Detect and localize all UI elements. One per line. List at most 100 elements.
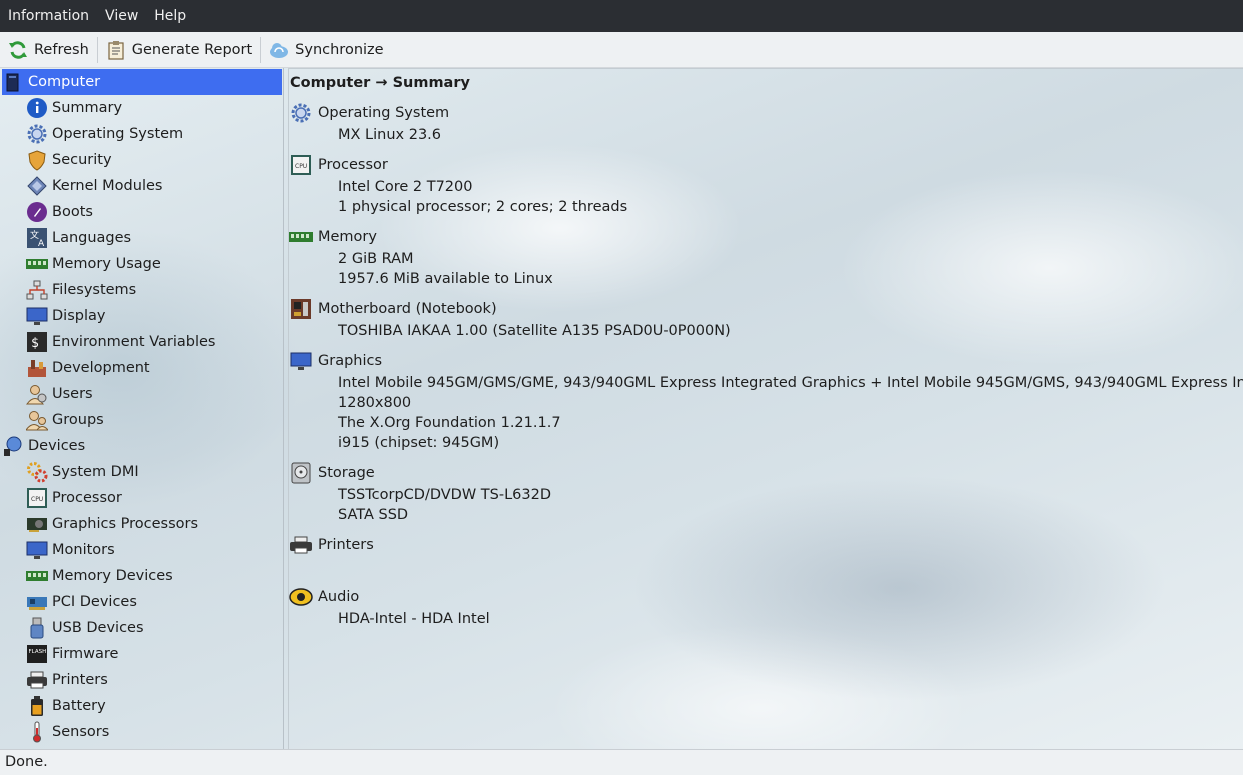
sidebar-item-label: Printers bbox=[52, 672, 108, 688]
tree-computer-label: Computer bbox=[28, 74, 101, 90]
sidebar-item-kernel-modules[interactable]: Kernel Modules bbox=[26, 173, 162, 199]
memory-icon bbox=[289, 226, 313, 248]
sidebar-item-label: Security bbox=[52, 152, 112, 168]
user-icon bbox=[26, 383, 48, 405]
tree-computer[interactable]: Computer bbox=[2, 69, 282, 95]
sidebar-item-label: Memory Devices bbox=[52, 568, 173, 584]
hard-disk-icon bbox=[289, 462, 313, 484]
sidebar-item-usb-devices[interactable]: USB Devices bbox=[26, 615, 144, 641]
battery-icon bbox=[26, 695, 48, 717]
motherboard-icon bbox=[289, 298, 313, 320]
sidebar-item-filesystems[interactable]: Filesystems bbox=[26, 277, 136, 303]
sidebar-item-display[interactable]: Display bbox=[26, 303, 105, 329]
flash-chip-icon: FLASH bbox=[26, 643, 48, 665]
section-title: Storage bbox=[318, 465, 375, 481]
sidebar-item-memory-usage[interactable]: Memory Usage bbox=[26, 251, 161, 277]
sidebar-item-label: Environment Variables bbox=[52, 334, 216, 350]
sidebar-item-memory-devices[interactable]: Memory Devices bbox=[26, 563, 173, 589]
sidebar-item-environment-variables[interactable]: $ Environment Variables bbox=[26, 329, 215, 355]
sidebar-item-label: Processor bbox=[52, 490, 122, 506]
generate-report-label: Generate Report bbox=[131, 41, 253, 58]
sidebar-item-development[interactable]: Development bbox=[26, 355, 150, 381]
sidebar-item-groups[interactable]: Groups bbox=[26, 407, 104, 433]
gears-icon bbox=[26, 461, 48, 483]
section-value: MX Linux 23.6 bbox=[338, 127, 442, 143]
generate-report-button[interactable]: Generate Report bbox=[98, 35, 260, 65]
sidebar-item-label: Monitors bbox=[52, 542, 115, 558]
sidebar-item-monitors[interactable]: Monitors bbox=[26, 537, 115, 563]
section-value: TOSHIBA IAKAA 1.00 (Satellite A135 PSAD0… bbox=[338, 323, 731, 339]
synchronize-label: Synchronize bbox=[295, 41, 384, 58]
clipboard-icon bbox=[106, 40, 126, 60]
synchronize-button[interactable]: Synchronize bbox=[261, 35, 391, 65]
sidebar-item-label: System DMI bbox=[52, 464, 139, 480]
gear-icon bbox=[26, 123, 48, 145]
menu-view[interactable]: View bbox=[97, 0, 146, 32]
sidebar-item-label: Memory Usage bbox=[52, 256, 161, 272]
monitor-icon bbox=[26, 539, 48, 561]
sidebar-item-processor[interactable]: CPU Processor bbox=[26, 485, 122, 511]
monitor-icon bbox=[289, 350, 313, 372]
sidebar-item-label: Graphics Processors bbox=[52, 516, 199, 532]
sidebar-item-label: Filesystems bbox=[52, 282, 137, 298]
section-title: Processor bbox=[318, 157, 388, 173]
language-icon: 文A bbox=[26, 227, 48, 249]
sidebar-item-printers[interactable]: Printers bbox=[26, 667, 108, 693]
sidebar-item-label: Summary bbox=[52, 100, 123, 116]
section-processor: CPU Processor Intel Core 2 T7200 1 physi… bbox=[289, 153, 627, 217]
sidebar-item-users[interactable]: Users bbox=[26, 381, 93, 407]
gear-icon bbox=[289, 102, 313, 124]
refresh-button[interactable]: Refresh bbox=[0, 35, 97, 65]
sidebar-item-label: Users bbox=[52, 386, 93, 402]
rocket-icon bbox=[26, 201, 48, 223]
svg-text:CPU: CPU bbox=[31, 496, 43, 503]
section-value: 1957.6 MiB available to Linux bbox=[338, 271, 553, 287]
toolbar: Refresh Generate Report Synchronize bbox=[0, 32, 1243, 68]
sidebar-item-languages[interactable]: 文A Languages bbox=[26, 225, 131, 251]
sidebar-item-label: Operating System bbox=[52, 126, 184, 142]
section-value: SATA SSD bbox=[338, 507, 409, 523]
sidebar-item-operating-system[interactable]: Operating System bbox=[26, 121, 183, 147]
refresh-icon bbox=[8, 40, 28, 60]
computer-icon bbox=[2, 71, 24, 93]
section-operating-system: Operating System MX Linux 23.6 bbox=[289, 101, 449, 145]
speaker-icon bbox=[289, 586, 313, 608]
section-value: 2 GiB RAM bbox=[338, 251, 414, 267]
filesystem-icon bbox=[26, 279, 48, 301]
tree-devices[interactable]: Devices bbox=[2, 433, 85, 459]
sidebar-item-security[interactable]: Security bbox=[26, 147, 112, 173]
section-value: HDA-Intel - HDA Intel bbox=[338, 611, 490, 627]
sidebar-tree[interactable]: Computer Summary Operating System Securi… bbox=[0, 68, 284, 749]
section-title: Audio bbox=[318, 589, 360, 605]
sidebar-item-boots[interactable]: Boots bbox=[26, 199, 93, 225]
terminal-icon: $ bbox=[26, 331, 48, 353]
group-icon bbox=[26, 409, 48, 431]
menu-help[interactable]: Help bbox=[146, 0, 194, 32]
section-graphics: Graphics Intel Mobile 945GM/GMS/GME, 943… bbox=[289, 349, 1243, 453]
section-storage: Storage TSSTcorpCD/DVDW TS-L632D SATA SS… bbox=[289, 461, 551, 525]
sidebar-item-system-dmi[interactable]: System DMI bbox=[26, 459, 139, 485]
section-audio: Audio HDA-Intel - HDA Intel bbox=[289, 585, 490, 629]
section-memory: Memory 2 GiB RAM 1957.6 MiB available to… bbox=[289, 225, 553, 289]
devices-icon bbox=[2, 435, 24, 457]
section-value: TSSTcorpCD/DVDW TS-L632D bbox=[338, 487, 551, 503]
cpu-icon: CPU bbox=[289, 154, 313, 176]
menu-information[interactable]: Information bbox=[0, 0, 97, 32]
sidebar-item-pci-devices[interactable]: PCI Devices bbox=[26, 589, 137, 615]
shield-icon bbox=[26, 149, 48, 171]
section-printers: Printers bbox=[289, 533, 374, 557]
sidebar-item-sensors[interactable]: Sensors bbox=[26, 719, 109, 745]
sidebar-item-summary[interactable]: Summary bbox=[26, 95, 122, 121]
memory-icon bbox=[26, 565, 48, 587]
kernel-module-icon bbox=[26, 175, 48, 197]
sidebar-item-graphics-processors[interactable]: Graphics Processors bbox=[26, 511, 198, 537]
sidebar-item-battery[interactable]: Battery bbox=[26, 693, 106, 719]
sidebar-item-firmware[interactable]: FLASH Firmware bbox=[26, 641, 118, 667]
menu-bar: Information View Help bbox=[0, 0, 1243, 32]
printer-icon bbox=[289, 534, 313, 556]
memory-icon bbox=[26, 253, 48, 275]
printer-icon bbox=[26, 669, 48, 691]
sidebar-item-label: Boots bbox=[52, 204, 93, 220]
section-value: 1 physical processor; 2 cores; 2 threads bbox=[338, 199, 628, 215]
section-value: Intel Mobile 945GM/GMS/GME, 943/940GML E… bbox=[338, 375, 1243, 391]
